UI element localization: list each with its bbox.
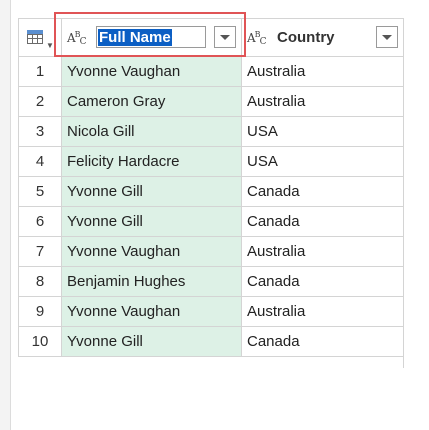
column-header-country[interactable]: ABC Country xyxy=(241,18,404,57)
left-pane-edge xyxy=(0,0,11,430)
column-header-full-name[interactable]: ABC Full Name xyxy=(61,18,242,57)
cell-full-name[interactable]: Benjamin Hughes xyxy=(61,266,242,297)
corner-caret-icon[interactable]: ▼ xyxy=(46,41,54,50)
row-number[interactable]: 2 xyxy=(18,86,62,117)
table-row[interactable]: 7 Yvonne Vaughan Australia xyxy=(18,236,404,267)
table-row[interactable]: 4 Felicity Hardacre USA xyxy=(18,146,404,177)
table-row[interactable]: 8 Benjamin Hughes Canada xyxy=(18,266,404,297)
column-title: Country xyxy=(277,29,335,46)
filter-dropdown-button[interactable] xyxy=(214,26,236,48)
cell-full-name[interactable]: Cameron Gray xyxy=(61,86,242,117)
filter-dropdown-button[interactable] xyxy=(376,26,398,48)
cell-full-name[interactable]: Yvonne Gill xyxy=(61,206,242,237)
cell-country[interactable]: Canada xyxy=(241,326,404,357)
table-row[interactable]: 9 Yvonne Vaughan Australia xyxy=(18,296,404,327)
table-menu-icon[interactable] xyxy=(27,30,43,44)
table-row[interactable]: 6 Yvonne Gill Canada xyxy=(18,206,404,237)
text-type-icon[interactable]: ABC xyxy=(67,30,86,47)
cell-country[interactable]: Canada xyxy=(241,176,404,207)
row-number[interactable]: 8 xyxy=(18,266,62,297)
row-number[interactable]: 7 xyxy=(18,236,62,267)
row-number[interactable]: 10 xyxy=(18,326,62,357)
grid-right-border xyxy=(403,18,404,368)
cell-country[interactable]: Australia xyxy=(241,236,404,267)
cell-full-name[interactable]: Yvonne Vaughan xyxy=(61,56,242,87)
header-row: ▼ ABC Full Name ABC Country xyxy=(18,18,404,57)
row-number[interactable]: 9 xyxy=(18,296,62,327)
table-corner[interactable]: ▼ xyxy=(18,18,62,57)
table-row[interactable]: 5 Yvonne Gill Canada xyxy=(18,176,404,207)
row-number[interactable]: 6 xyxy=(18,206,62,237)
table-row[interactable]: 10 Yvonne Gill Canada xyxy=(18,326,404,357)
cell-full-name[interactable]: Yvonne Gill xyxy=(61,326,242,357)
cell-full-name[interactable]: Nicola Gill xyxy=(61,116,242,147)
table-row[interactable]: 1 Yvonne Vaughan Australia xyxy=(18,56,404,87)
table-row[interactable]: 2 Cameron Gray Australia xyxy=(18,86,404,117)
row-number[interactable]: 4 xyxy=(18,146,62,177)
column-rename-selected-text: Full Name xyxy=(98,29,172,46)
row-number[interactable]: 5 xyxy=(18,176,62,207)
cell-full-name[interactable]: Felicity Hardacre xyxy=(61,146,242,177)
cell-full-name[interactable]: Yvonne Vaughan xyxy=(61,236,242,267)
cell-full-name[interactable]: Yvonne Gill xyxy=(61,176,242,207)
text-type-icon[interactable]: ABC xyxy=(247,30,266,47)
data-grid: ▼ ABC Full Name ABC Country 1 Yvonne Vau… xyxy=(18,18,404,357)
table-row[interactable]: 3 Nicola Gill USA xyxy=(18,116,404,147)
row-number[interactable]: 3 xyxy=(18,116,62,147)
cell-country[interactable]: Australia xyxy=(241,56,404,87)
cell-country[interactable]: USA xyxy=(241,116,404,147)
column-rename-input[interactable]: Full Name xyxy=(96,26,206,48)
row-number[interactable]: 1 xyxy=(18,56,62,87)
cell-country[interactable]: USA xyxy=(241,146,404,177)
cell-country[interactable]: Canada xyxy=(241,266,404,297)
cell-country[interactable]: Australia xyxy=(241,296,404,327)
cell-country[interactable]: Australia xyxy=(241,86,404,117)
cell-full-name[interactable]: Yvonne Vaughan xyxy=(61,296,242,327)
cell-country[interactable]: Canada xyxy=(241,206,404,237)
